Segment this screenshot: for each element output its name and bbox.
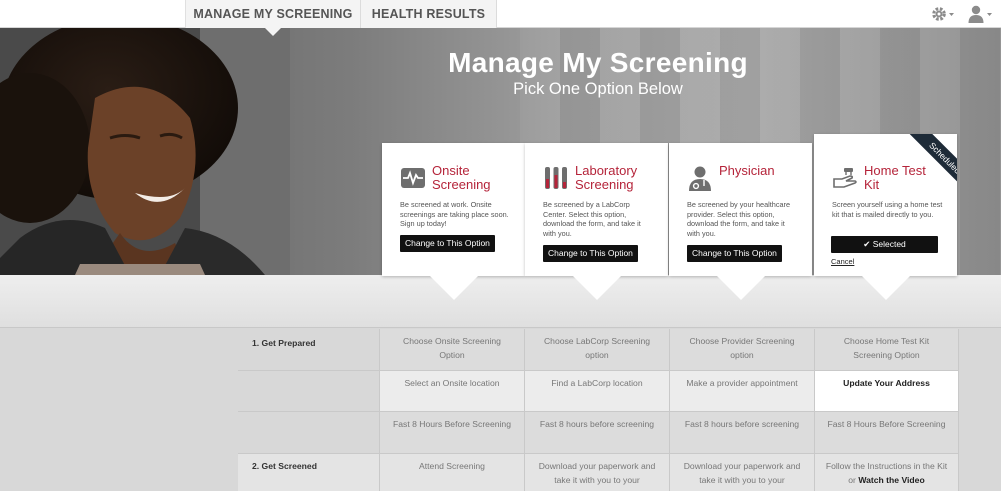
test-tubes-icon [545, 167, 567, 189]
card-description: Be screened by a LabCorp Center. Select … [543, 200, 641, 238]
checkmark-icon: ✔ [863, 239, 871, 249]
cancel-link[interactable]: Cancel [831, 257, 854, 266]
table-cell: Fast 8 hours before screening [525, 412, 670, 454]
card-title: Physician [719, 163, 775, 178]
card-description: Screen yourself using a home test kit th… [832, 200, 943, 219]
table-cell: Fast 8 hours before screening [670, 412, 815, 454]
card-description: Be screened by your healthcare provider.… [687, 200, 791, 238]
table-cell: Fast 8 Hours Before Screening [380, 412, 525, 454]
card-pointer [861, 276, 910, 300]
step-label [238, 371, 380, 412]
scheduled-ribbon: Scheduled [895, 134, 957, 196]
table-cell: Make a provider appointment [670, 371, 815, 412]
table-cell: Attend Screening [380, 454, 525, 491]
page-subtitle: Pick One Option Below [513, 80, 683, 98]
table-cell: Fast 8 Hours Before Screening [815, 412, 959, 454]
doctor-icon [689, 166, 711, 191]
watch-video-link[interactable]: Watch the Video [858, 475, 924, 485]
selected-button[interactable]: ✔ Selected [831, 236, 938, 253]
table-row: 2. Get Screened Attend Screening Downloa… [238, 454, 959, 491]
card-pointer [572, 276, 621, 300]
page-title: Manage My Screening [448, 47, 748, 78]
table-cell: Download your paperwork and take it with… [670, 454, 815, 491]
change-option-button-onsite[interactable]: Change to This Option [400, 235, 495, 252]
table-row: 1. Get Prepared Choose Onsite Screening … [238, 329, 959, 371]
table-cell: Choose Provider Screening option [670, 329, 815, 371]
change-option-button-physician[interactable]: Change to This Option [687, 245, 782, 262]
change-option-button-laboratory[interactable]: Change to This Option [543, 245, 638, 262]
tab-manage-my-screening[interactable]: MANAGE MY SCREENING [185, 0, 361, 28]
update-address-link[interactable]: Update Your Address [815, 371, 959, 412]
card-pointer [716, 276, 765, 300]
option-card-laboratory: Laboratory Screening Be screened by a Lab… [525, 143, 668, 300]
smiling-woman-photo [0, 28, 290, 275]
card-description: Be screened at work. Onsite screenings a… [400, 200, 509, 228]
ribbon-label: Scheduled [905, 134, 957, 196]
step-label: 1. Get Prepared [238, 329, 380, 371]
step-label [238, 412, 380, 454]
card-title: Onsite Screening [432, 163, 491, 192]
user-icon[interactable] [968, 4, 994, 24]
top-navigation: MANAGE MY SCREENING HEALTH RESULTS [0, 0, 1001, 28]
divider-band [0, 275, 1001, 328]
table-cell: Select an Onsite location [380, 371, 525, 412]
table-cell: Choose Home Test Kit Screening Option [815, 329, 959, 371]
table-cell: Find a LabCorp location [525, 371, 670, 412]
table-cell: Download your paperwork and take it with… [525, 454, 670, 491]
option-card-physician: Physician Be screened by your healthcare… [669, 143, 812, 300]
table-row: Fast 8 Hours Before Screening Fast 8 hou… [238, 412, 959, 454]
card-title: Laboratory Screening [575, 163, 638, 192]
gear-icon[interactable] [930, 4, 956, 24]
tab-health-results[interactable]: HEALTH RESULTS [361, 0, 497, 28]
heartbeat-icon [401, 168, 425, 188]
active-tab-indicator [264, 27, 282, 36]
card-pointer [429, 276, 478, 300]
table-cell: Choose LabCorp Screening option [525, 329, 670, 371]
table-cell: Follow the Instructions in the Kit or Wa… [815, 454, 959, 491]
option-card-onsite: Onsite Screening Be screened at work. Ons… [382, 143, 525, 300]
home-kit-hand-icon [833, 168, 857, 188]
step-label: 2. Get Screened [238, 454, 380, 491]
option-card-home-test-kit: Home Test Kit Screen yourself using a hom… [814, 134, 957, 300]
table-row: Select an Onsite location Find a LabCorp… [238, 371, 959, 412]
table-cell: Choose Onsite Screening Option [380, 329, 525, 371]
